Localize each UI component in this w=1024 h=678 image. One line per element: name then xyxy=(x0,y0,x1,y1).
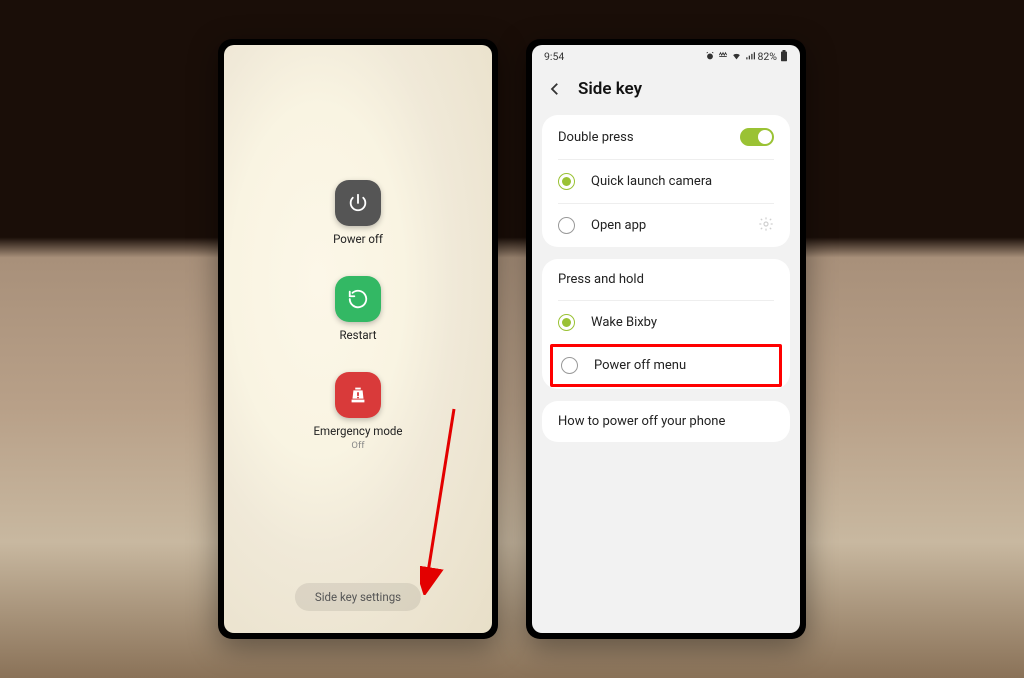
radio-unchecked-icon xyxy=(561,357,578,374)
back-icon[interactable] xyxy=(546,80,564,98)
power-off-button[interactable]: Power off xyxy=(333,180,383,246)
quick-launch-camera-label: Quick launch camera xyxy=(591,174,712,189)
emergency-state: Off xyxy=(351,440,364,451)
phone-left: Power off Restart Emer xyxy=(218,39,498,639)
alarm-icon xyxy=(705,51,715,61)
side-key-settings-screen: 9:54 82% Side key Double press xyxy=(532,45,800,633)
wake-bixby-label: Wake Bixby xyxy=(591,315,657,330)
status-time: 9:54 xyxy=(544,50,564,63)
radio-checked-icon xyxy=(558,314,575,331)
restart-icon xyxy=(335,276,381,322)
power-menu-items: Power off Restart Emer xyxy=(224,180,492,451)
double-press-header: Double press xyxy=(542,115,790,159)
emergency-icon xyxy=(335,372,381,418)
restart-label: Restart xyxy=(339,328,376,342)
wake-bixby-option[interactable]: Wake Bixby xyxy=(542,301,790,344)
settings-header: Side key xyxy=(532,67,800,115)
double-press-title: Double press xyxy=(558,130,634,145)
how-to-row: How to power off your phone xyxy=(542,401,790,442)
highlight-box: Power off menu xyxy=(550,344,782,387)
wifi-icon xyxy=(731,51,742,61)
restart-button[interactable]: Restart xyxy=(335,276,381,342)
side-key-settings-label: Side key settings xyxy=(315,590,401,604)
radio-unchecked-icon xyxy=(558,217,575,234)
battery-text: 82% xyxy=(758,50,778,63)
quick-launch-camera-option[interactable]: Quick launch camera xyxy=(542,160,790,203)
how-to-label: How to power off your phone xyxy=(558,414,725,429)
press-and-hold-card: Press and hold Wake Bixby Power off menu xyxy=(542,259,790,389)
emergency-label: Emergency mode xyxy=(314,424,403,438)
signal-icon xyxy=(745,51,755,61)
side-key-settings-button[interactable]: Side key settings xyxy=(295,583,421,611)
power-off-menu-label: Power off menu xyxy=(594,358,686,373)
power-off-icon xyxy=(335,180,381,226)
power-menu-screen: Power off Restart Emer xyxy=(224,45,492,633)
status-bar: 9:54 82% xyxy=(532,45,800,67)
phone-right: 9:54 82% Side key Double press xyxy=(526,39,806,639)
double-press-card: Double press Quick launch camera Open ap… xyxy=(542,115,790,247)
press-and-hold-header: Press and hold xyxy=(542,259,790,300)
battery-icon xyxy=(780,50,788,62)
page-title: Side key xyxy=(578,79,642,99)
open-app-label: Open app xyxy=(591,218,646,233)
emergency-mode-button[interactable]: Emergency mode Off xyxy=(314,372,403,451)
how-to-card[interactable]: How to power off your phone xyxy=(542,401,790,442)
press-and-hold-title: Press and hold xyxy=(558,272,644,287)
double-press-toggle[interactable] xyxy=(740,128,774,146)
power-off-menu-option[interactable]: Power off menu xyxy=(553,347,779,384)
gear-icon[interactable] xyxy=(758,216,774,236)
radio-checked-icon xyxy=(558,173,575,190)
vibrate-icon xyxy=(718,51,728,61)
power-off-label: Power off xyxy=(333,232,383,246)
open-app-option[interactable]: Open app xyxy=(542,204,790,247)
status-indicators: 82% xyxy=(705,50,789,63)
